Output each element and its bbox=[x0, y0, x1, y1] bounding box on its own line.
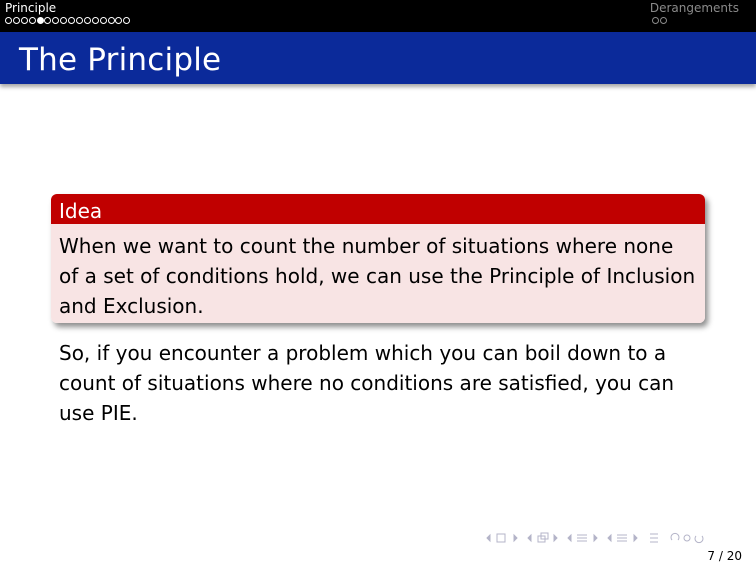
frame-dot[interactable] bbox=[91, 17, 99, 24]
frame-dot[interactable] bbox=[52, 17, 60, 24]
section-nav-icon[interactable] bbox=[567, 533, 598, 543]
appendix-icon[interactable] bbox=[650, 533, 658, 543]
frame-title: The Principle bbox=[19, 42, 222, 78]
frame-dot[interactable] bbox=[107, 17, 115, 24]
section-progress-dots bbox=[5, 17, 131, 27]
body-paragraph: So, if you encounter a problem which you… bbox=[59, 341, 675, 425]
frame-dot[interactable] bbox=[68, 17, 76, 24]
navigation-symbols bbox=[486, 532, 704, 544]
section-progress-dots-derangements bbox=[652, 17, 668, 27]
idea-block-title: Idea bbox=[51, 194, 705, 224]
frame-dot[interactable] bbox=[123, 17, 131, 24]
frame-title-bar: The Principle bbox=[0, 32, 756, 84]
section-link-derangements[interactable]: Derangements bbox=[650, 1, 739, 15]
page-number: 7 / 20 bbox=[707, 549, 742, 563]
frame-dot[interactable] bbox=[44, 17, 52, 24]
search-back-forward-icon[interactable] bbox=[670, 532, 704, 544]
frame-dot[interactable] bbox=[76, 17, 84, 24]
idea-block-body: When we want to count the number of situ… bbox=[51, 224, 705, 323]
subsection-nav-icon[interactable] bbox=[527, 532, 558, 543]
idea-block: Idea When we want to count the number of… bbox=[51, 194, 705, 323]
frame-dot[interactable] bbox=[28, 17, 36, 24]
section-link-principle[interactable]: Principle bbox=[5, 1, 56, 15]
frame-dot[interactable] bbox=[83, 17, 91, 24]
frame-dot[interactable] bbox=[36, 17, 44, 24]
frame-dot[interactable] bbox=[60, 17, 68, 24]
frame-dot[interactable] bbox=[99, 17, 107, 24]
headline-bar: Principle Derangements bbox=[0, 0, 756, 32]
frame-dot[interactable] bbox=[652, 17, 659, 24]
frame-dot[interactable] bbox=[115, 17, 123, 24]
document-nav-icon[interactable] bbox=[607, 533, 638, 543]
frame-dot[interactable] bbox=[12, 17, 20, 24]
frame-dot[interactable] bbox=[20, 17, 28, 24]
frame-dot[interactable] bbox=[659, 17, 667, 24]
frame-dot[interactable] bbox=[5, 17, 12, 24]
frame-nav-icon[interactable] bbox=[486, 533, 518, 543]
